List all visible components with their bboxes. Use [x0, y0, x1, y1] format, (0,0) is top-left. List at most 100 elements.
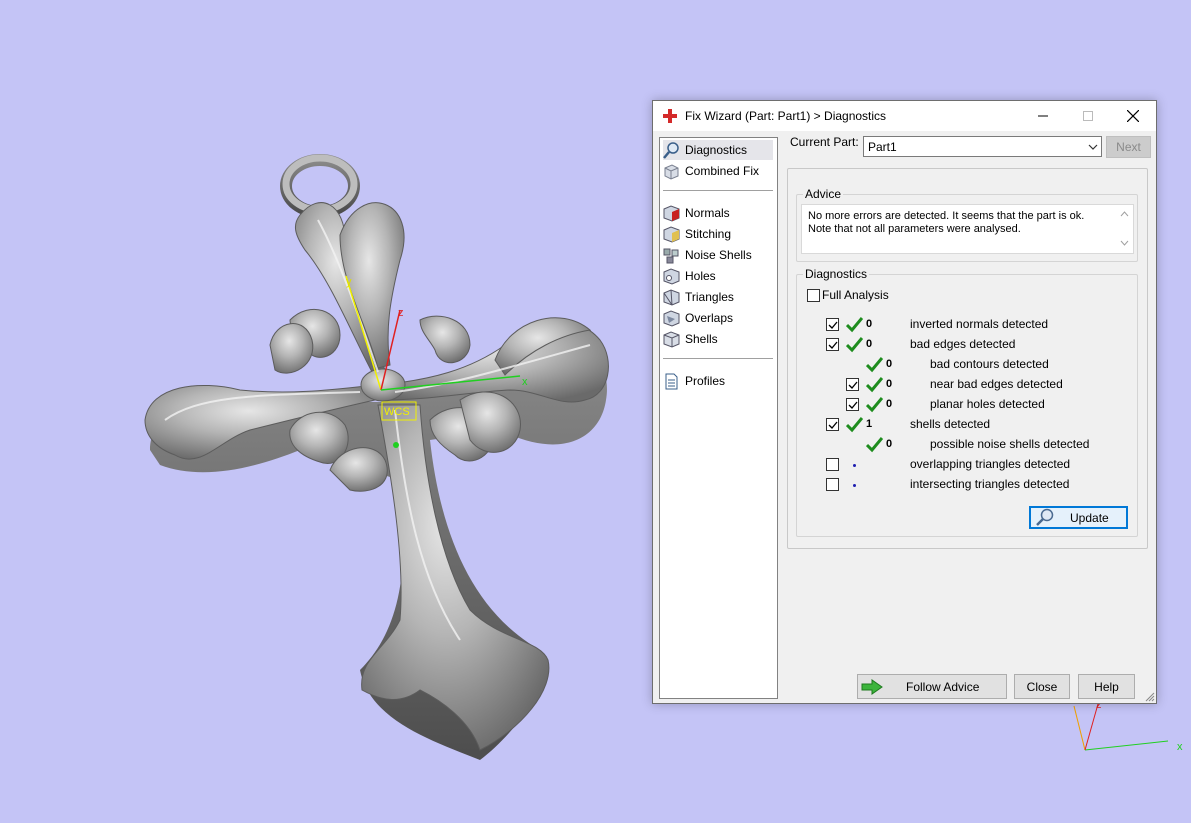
pivot-point	[393, 442, 399, 448]
green-check-icon	[846, 317, 863, 333]
holes-cube-icon	[663, 267, 680, 285]
nav-item-profiles[interactable]: Profiles	[663, 371, 773, 391]
nav-item-overlaps[interactable]: Overlaps	[663, 308, 773, 328]
cross-pendant-model[interactable]	[144, 154, 609, 760]
bad-edges-label: bad edges detected	[910, 337, 1016, 351]
planar-holes-label: planar holes detected	[930, 397, 1045, 411]
combined-fix-icon	[664, 163, 679, 180]
red-cross-app-icon	[663, 109, 677, 123]
intersecting-triangles-checkbox[interactable]	[826, 478, 839, 491]
not-analysed-dot	[853, 464, 856, 467]
bad-edges-count: 0	[866, 338, 873, 350]
bad-contours-count: 0	[886, 358, 893, 370]
nav-label: Diagnostics	[685, 143, 748, 157]
close-window-button[interactable]	[1110, 101, 1155, 131]
green-check-icon	[866, 357, 883, 373]
wcs-label: WCS	[384, 406, 410, 418]
nav-label: Profiles	[685, 374, 726, 388]
wizard-nav-list: Diagnostics Combined Fix Normals Stitchi…	[659, 137, 778, 699]
close-button[interactable]: Close	[1014, 674, 1070, 699]
shells-label: shells detected	[910, 417, 991, 431]
magnifier-icon	[1036, 508, 1054, 526]
green-check-icon	[846, 337, 863, 353]
current-part-value: Part1	[868, 139, 897, 154]
advice-group-title: Advice	[803, 187, 844, 201]
x-axis-label: x	[522, 376, 528, 388]
overlapping-triangles-checkbox[interactable]	[826, 458, 839, 471]
nav-label: Stitching	[685, 227, 732, 241]
maximize-icon	[1082, 111, 1093, 121]
full-analysis-checkbox[interactable]	[807, 289, 820, 302]
diagnostics-group-title: Diagnostics	[803, 267, 870, 281]
title-bar[interactable]: Fix Wizard (Part: Part1) > Diagnostics	[653, 101, 1156, 131]
noise-shells-icon	[663, 248, 679, 263]
advice-line-1: No more errors are detected. It seems th…	[808, 210, 1085, 222]
magnifier-icon	[663, 141, 679, 159]
corner-axis-indicator: x z	[1073, 699, 1183, 753]
advice-line-2: Note that not all parameters were analys…	[808, 223, 1021, 235]
close-icon	[1126, 110, 1139, 122]
nav-item-stitching[interactable]: Stitching	[663, 224, 773, 244]
intersecting-triangles-label: intersecting triangles detected	[910, 477, 1070, 491]
inverted-normals-label: inverted normals detected	[910, 317, 1049, 331]
follow-advice-button[interactable]: Follow Advice	[857, 674, 1007, 699]
inverted-normals-count: 0	[866, 318, 873, 330]
shells-checkbox[interactable]	[826, 418, 839, 431]
minimize-button[interactable]	[1020, 101, 1065, 131]
overlaps-cube-icon	[663, 309, 680, 327]
nav-item-noise-shells[interactable]: Noise Shells	[663, 245, 773, 265]
planar-holes-checkbox[interactable]	[846, 398, 859, 411]
nav-item-triangles[interactable]: Triangles	[663, 287, 773, 307]
not-analysed-dot	[853, 484, 856, 487]
noise-shells-count: 0	[886, 438, 893, 450]
overlapping-triangles-label: overlapping triangles detected	[910, 457, 1071, 471]
update-button[interactable]: Update	[1029, 506, 1128, 529]
update-label: Update	[1070, 510, 1109, 525]
nav-separator	[663, 358, 773, 359]
nav-item-combined-fix[interactable]: Combined Fix	[663, 161, 773, 181]
advice-scrollbar[interactable]	[1116, 205, 1133, 253]
bad-edges-checkbox[interactable]	[826, 338, 839, 351]
shells-count: 1	[866, 418, 873, 430]
advice-text-box: No more errors are detected. It seems th…	[801, 204, 1134, 254]
normals-cube-icon	[663, 204, 680, 222]
near-bad-edges-checkbox[interactable]	[846, 378, 859, 391]
shells-cube-icon	[663, 330, 680, 348]
planar-holes-count: 0	[886, 398, 893, 410]
noise-shells-label: possible noise shells detected	[930, 437, 1090, 451]
nav-item-holes[interactable]: Holes	[663, 266, 773, 286]
nav-label: Normals	[685, 206, 730, 220]
fix-wizard-dialog: Fix Wizard (Part: Part1) > Diagnostics D…	[652, 100, 1157, 704]
resize-grip-icon[interactable]	[1145, 692, 1155, 702]
current-part-label: Current Part:	[790, 135, 859, 149]
current-part-select[interactable]: Part1	[863, 136, 1102, 157]
stitching-cube-icon	[663, 225, 680, 243]
scroll-up-icon	[1120, 211, 1129, 217]
nav-label: Noise Shells	[685, 248, 752, 262]
nav-label: Combined Fix	[685, 164, 760, 178]
profiles-document-icon	[665, 373, 678, 389]
z-axis-label: z	[398, 307, 404, 319]
scroll-down-icon	[1120, 240, 1129, 246]
triangles-cube-icon	[663, 288, 680, 306]
green-check-icon	[866, 377, 883, 393]
nav-label: Shells	[685, 332, 718, 346]
inverted-normals-checkbox[interactable]	[826, 318, 839, 331]
window-title: Fix Wizard (Part: Part1) > Diagnostics	[685, 109, 887, 123]
nav-separator	[663, 190, 773, 191]
help-button[interactable]: Help	[1078, 674, 1135, 699]
nav-item-shells[interactable]: Shells	[663, 329, 773, 349]
nav-item-diagnostics[interactable]: Diagnostics	[663, 140, 773, 160]
near-bad-edges-label: near bad edges detected	[930, 377, 1063, 391]
nav-item-normals[interactable]: Normals	[663, 203, 773, 223]
chevron-down-icon	[1088, 144, 1098, 150]
green-check-icon	[866, 397, 883, 413]
next-button[interactable]: Next	[1106, 136, 1151, 158]
minimize-icon	[1037, 115, 1048, 117]
maximize-button[interactable]	[1065, 101, 1110, 131]
bad-contours-label: bad contours detected	[930, 357, 1049, 371]
green-arrow-right-icon	[861, 678, 883, 695]
full-analysis-label: Full Analysis	[822, 288, 889, 302]
green-check-icon	[866, 437, 883, 453]
follow-advice-label: Follow Advice	[906, 679, 980, 694]
